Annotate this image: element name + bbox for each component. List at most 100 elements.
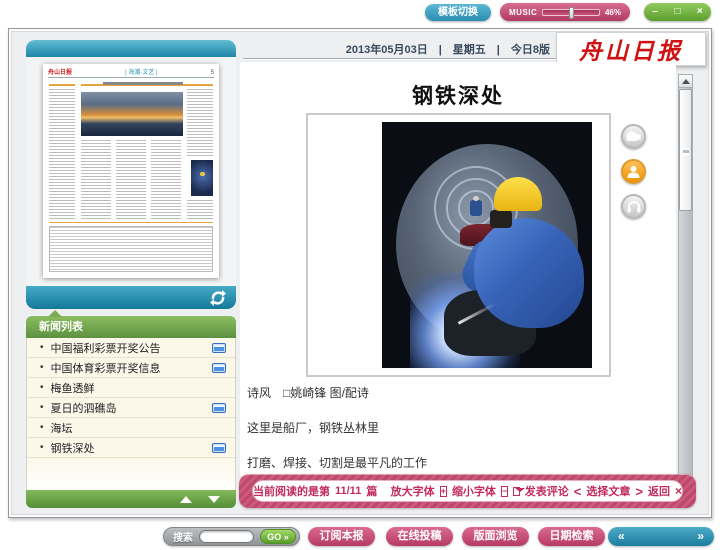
next-article-icon[interactable]: > <box>635 484 643 499</box>
search-label: 搜索 <box>173 529 193 544</box>
reading-index: 11/11 <box>335 485 361 497</box>
thumbnail-text-column <box>187 200 213 220</box>
news-item[interactable]: • 夏日的泗礁岛 <box>27 398 235 418</box>
thumbnail-text-column <box>49 89 75 219</box>
reading-status-inner: 当前阅读的是第 11/11 篇 放大字体 + 缩小字体 − 发表评论 < 选择文… <box>252 480 683 502</box>
maximize-icon[interactable]: □ <box>674 3 680 21</box>
header-divider <box>243 58 556 60</box>
refresh-icon[interactable] <box>209 289 227 307</box>
thumb-grip <box>683 148 689 155</box>
enlarge-font-icon[interactable]: + <box>440 486 447 497</box>
page-thumbnail-panel: 舟山日报 | 海潮·文艺 | 5 <box>26 40 236 309</box>
thumbnail-bottom-tables <box>49 226 213 272</box>
thumbnail-welder-photo <box>191 160 213 196</box>
thumbnail-page-header: 舟山日报 | 海潮·文艺 | 5 <box>48 67 214 78</box>
bullet-dot: • <box>40 422 44 433</box>
news-list: • 中国福利彩票开奖公告 • 中国体育彩票开奖信息 • 梅鱼透鲜 • 夏日的泗礁… <box>26 338 236 458</box>
thumbnail-text-column <box>151 140 181 219</box>
music-slider[interactable] <box>542 9 600 16</box>
news-item-label: 中国体育彩票开奖信息 <box>51 360 212 376</box>
person-icon <box>627 165 640 178</box>
headphones-icon <box>627 200 641 213</box>
thumbnail-section-title: | 海潮·文艺 | <box>125 67 157 76</box>
thumbnail-rule <box>49 222 213 223</box>
enlarge-font-button[interactable]: 放大字体 <box>391 483 435 499</box>
music-label: MUSIC <box>509 8 537 17</box>
news-item-label: 中国福利彩票开奖公告 <box>51 340 212 356</box>
reading-unit: 篇 <box>366 483 377 499</box>
news-item-label: 梅鱼透鲜 <box>51 380 226 396</box>
bullet-dot: • <box>40 362 44 373</box>
news-list-footer <box>26 490 236 508</box>
back-close-icon[interactable]: × <box>675 484 682 498</box>
news-item[interactable]: • 中国福利彩票开奖公告 <box>27 338 235 358</box>
article-photo-frame <box>306 113 611 377</box>
template-switch-button[interactable]: 模板切换 <box>425 4 491 21</box>
news-list-filler <box>26 458 236 490</box>
shrink-font-icon[interactable]: − <box>501 486 508 497</box>
list-down-icon[interactable] <box>208 496 220 503</box>
scrollbar-thumb[interactable] <box>679 89 692 211</box>
music-control[interactable]: MUSIC 46% <box>500 3 630 21</box>
news-item[interactable]: • 海坛 <box>27 418 235 438</box>
search-input[interactable] <box>199 530 254 543</box>
image-icon <box>212 443 226 453</box>
news-list-title: 新闻列表 <box>26 316 236 338</box>
close-icon[interactable]: × <box>697 3 703 21</box>
select-article-button[interactable]: 选择文章 <box>586 483 630 499</box>
date-search-button[interactable]: 日期检索 <box>538 527 605 546</box>
thumbnail-headline <box>103 82 183 85</box>
thumbnail-text-column <box>116 140 146 219</box>
article-scrollbar[interactable] <box>678 74 693 488</box>
music-volume-value: 46% <box>605 8 621 17</box>
news-item-label: 钢铁深处 <box>51 440 212 456</box>
news-item-label: 夏日的泗礁岛 <box>51 400 212 416</box>
music-slider-thumb[interactable] <box>569 7 574 19</box>
news-item[interactable]: • 钢铁深处 <box>27 438 235 458</box>
photo-mode-button[interactable] <box>621 124 646 149</box>
prev-article-icon[interactable]: < <box>574 484 582 499</box>
news-item[interactable]: • 中国体育彩票开奖信息 <box>27 358 235 378</box>
page-pager: « » <box>608 527 714 546</box>
article-text-line: 这里是船厂，钢铁丛林里 <box>247 419 379 436</box>
image-icon <box>212 403 226 413</box>
masthead-logo: 舟山日报 <box>556 32 706 66</box>
post-comment-button[interactable]: 发表评论 <box>525 483 569 499</box>
scroll-up-icon[interactable] <box>679 75 692 88</box>
thumbnail-text-column <box>187 89 213 157</box>
welder-photo <box>382 122 592 368</box>
author-read-button[interactable] <box>621 159 646 184</box>
article-byline: 诗风 □姚崎锋 图/配诗 <box>247 384 369 401</box>
bullet-dot: • <box>40 442 44 453</box>
comment-icon[interactable] <box>513 487 520 496</box>
news-list-notch <box>48 310 62 317</box>
issue-date: 2013年05月03日 | 星期五 | 今日8版 <box>290 41 550 57</box>
bullet-dot: • <box>40 402 44 413</box>
article-panel: 钢铁深处 <box>240 62 676 476</box>
window-controls: – □ × <box>644 3 711 21</box>
image-icon <box>212 363 226 373</box>
news-item-label: 海坛 <box>51 420 226 436</box>
thumbnail-masthead: 舟山日报 <box>48 67 72 76</box>
list-up-icon[interactable] <box>180 496 192 503</box>
pager-prev-icon[interactable]: « <box>618 527 625 546</box>
thumbnail-page-number: 5 <box>211 70 214 76</box>
article-title: 钢铁深处 <box>240 80 676 110</box>
reading-status-text: 当前阅读的是第 <box>253 483 330 499</box>
online-submission-button[interactable]: 在线投稿 <box>386 527 453 546</box>
newspaper-page-thumbnail[interactable]: 舟山日报 | 海潮·文艺 | 5 <box>43 64 219 278</box>
shrink-font-button[interactable]: 缩小字体 <box>452 483 496 499</box>
search-go-button[interactable]: GO » <box>260 529 296 544</box>
thumbnail-text-column <box>81 140 111 219</box>
audio-button[interactable] <box>621 194 646 219</box>
pager-next-icon[interactable]: » <box>697 527 704 546</box>
thumbnail-rule <box>49 84 75 86</box>
thumbnail-panel-body: 舟山日报 | 海潮·文艺 | 5 <box>26 57 236 286</box>
search-bar: 搜索 GO » <box>163 527 300 546</box>
subscribe-button[interactable]: 订阅本报 <box>308 527 375 546</box>
page-browse-button[interactable]: 版面浏览 <box>462 527 529 546</box>
news-item[interactable]: • 梅鱼透鲜 <box>27 378 235 398</box>
minimize-icon[interactable]: – <box>652 3 658 21</box>
back-button[interactable]: 返回 <box>648 483 670 499</box>
image-icon <box>212 343 226 353</box>
